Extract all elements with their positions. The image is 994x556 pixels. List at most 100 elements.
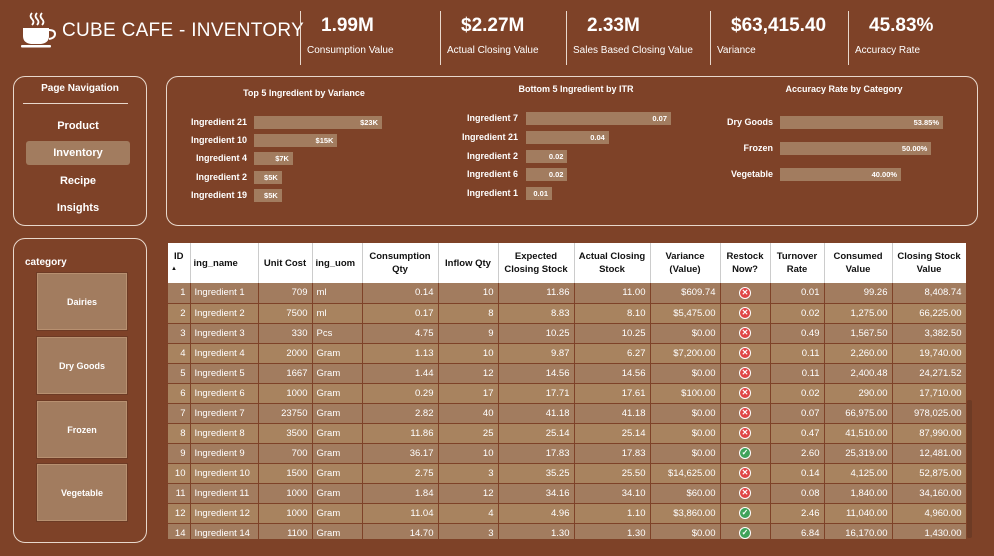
chart-variance-bar[interactable]: $5K <box>254 188 282 202</box>
category-tile-vegetable[interactable]: Vegetable <box>36 463 128 522</box>
column-header[interactable]: Expected Closing Stock <box>498 243 575 283</box>
chart-itr-bar[interactable]: 0.04 <box>526 130 609 144</box>
table-row[interactable]: 8 Ingredient 8 3500 Gram 11.86 25 25.14 25.14 $0… <box>168 423 966 444</box>
chart-accuracy-category-label: Vegetable <box>730 169 773 179</box>
table-cell: Ingredient 12 <box>190 503 259 524</box>
inventory-table[interactable]: ID ▲ ing_name Unit Cost ing_uom Consumption Q… <box>168 243 966 539</box>
nav-inventory-button[interactable]: Inventory <box>26 141 130 165</box>
table-cell: 17.83 <box>498 443 575 464</box>
table-row[interactable]: 3 Ingredient 3 330 Pcs 4.75 9 10.25 10.25 $0.00 ✕… <box>168 323 966 344</box>
table-cell: 709 <box>258 283 313 304</box>
table-row[interactable]: 10 Ingredient 10 1500 Gram 2.75 3 35.25 25.50 $1… <box>168 463 966 484</box>
table-cell: 978,025.00 <box>892 403 966 424</box>
column-header[interactable]: ID ▲ <box>168 243 191 283</box>
table-cell: ✕ <box>720 403 771 424</box>
table-row[interactable]: 2 Ingredient 2 7500 ml 0.17 8 8.83 8.10 $5,475.0… <box>168 303 966 324</box>
table-cell: 16,170.00 <box>824 523 893 539</box>
table-cell: 14 <box>168 523 191 539</box>
table-cell: 10.25 <box>498 323 575 344</box>
table-cell: 0.49 <box>770 323 825 344</box>
table-cell: 3 <box>438 523 499 539</box>
table-cell: $3,860.00 <box>650 503 721 524</box>
table-cell: 2,400.48 <box>824 363 893 384</box>
table-cell: 10 <box>438 283 499 304</box>
chart-itr-bar[interactable]: 0.02 <box>526 149 568 163</box>
nav-recipe-button[interactable]: Recipe <box>26 169 130 193</box>
table-cell: Ingredient 9 <box>190 443 259 464</box>
table-cell: $0.00 <box>650 523 721 539</box>
table-cell: 2.82 <box>362 403 439 424</box>
table-row[interactable]: 9 Ingredient 9 700 Gram 36.17 10 17.83 17.83 $0.… <box>168 443 966 464</box>
chart-variance-category-label: Ingredient 2 <box>195 171 247 182</box>
column-header[interactable]: Unit Cost <box>258 243 313 283</box>
check-circle-icon: ✓ <box>739 447 751 459</box>
column-header[interactable]: Restock Now? <box>720 243 771 283</box>
column-header[interactable]: ing_uom <box>312 243 363 283</box>
column-header[interactable]: Inflow Qty <box>438 243 499 283</box>
chart-itr-bar[interactable]: 0.02 <box>526 168 568 182</box>
chart-title-bottom5-itr: Bottom 5 Ingredient by ITR <box>518 84 634 94</box>
table-cell: 1.84 <box>362 483 439 504</box>
chart-itr-bar[interactable]: 0.07 <box>526 112 671 125</box>
table-cell: 1.44 <box>362 363 439 384</box>
table-cell: 0.17 <box>362 303 439 324</box>
column-header[interactable]: Variance (Value) <box>650 243 721 283</box>
column-header[interactable]: Actual Closing Stock <box>574 243 651 283</box>
x-circle-icon: ✕ <box>739 347 751 359</box>
column-header[interactable]: Turnover Rate <box>770 243 825 283</box>
table-cell: $0.00 <box>650 423 721 444</box>
table-cell: 11.00 <box>574 283 651 304</box>
coffee-cup-icon <box>21 12 57 48</box>
chart-variance-bar[interactable]: $15K <box>254 134 338 148</box>
table-cell: 7500 <box>258 303 313 324</box>
table-cell: $609.74 <box>650 283 721 304</box>
table-cell: 0.11 <box>770 363 825 384</box>
chart-accuracy-bar[interactable]: 50.00% <box>780 142 932 155</box>
chart-variance-bar[interactable]: $23K <box>254 116 382 129</box>
category-tile-dairies[interactable]: Dairies <box>36 272 128 331</box>
table-cell: 8.10 <box>574 303 651 324</box>
table-row[interactable]: 14 Ingredient 14 1100 Gram 14.70 3 1.30 1.30 $0.… <box>168 523 966 539</box>
table-cell: $0.00 <box>650 363 721 384</box>
category-tile-frozen[interactable]: Frozen <box>36 400 128 459</box>
table-cell: 11 <box>168 483 191 504</box>
column-header[interactable]: Closing Stock Value <box>892 243 966 283</box>
chart-itr-bar[interactable]: 0.01 <box>526 187 552 201</box>
table-row[interactable]: 4 Ingredient 4 2000 Gram 1.13 10 9.87 6.27 $7,20… <box>168 343 966 364</box>
category-tile-dry-goods[interactable]: Dry Goods <box>36 336 128 395</box>
chart-variance-value-label: $5K <box>264 172 278 182</box>
table-cell: 4,960.00 <box>892 503 966 524</box>
table-row[interactable]: 12 Ingredient 12 1000 Gram 11.04 4 4.96 1.10 $3,… <box>168 503 966 524</box>
nav-insights-button[interactable]: Insights <box>26 196 130 220</box>
chart-variance-value-label: $7K <box>275 154 289 164</box>
table-cell: Gram <box>312 363 363 384</box>
table-cell: Gram <box>312 463 363 484</box>
chart-accuracy-bar[interactable]: 40.00% <box>780 168 902 181</box>
table-row[interactable]: 6 Ingredient 6 1000 Gram 0.29 17 17.71 17.61 $10… <box>168 383 966 404</box>
x-circle-icon: ✕ <box>739 327 751 339</box>
chart-variance-category-label: Ingredient 21 <box>190 117 247 127</box>
table-row[interactable]: 11 Ingredient 11 1000 Gram 1.84 12 34.16 34.10 $… <box>168 483 966 504</box>
table-cell: 2000 <box>258 343 313 364</box>
chart-accuracy-bar[interactable]: 53.85% <box>780 116 943 129</box>
table-cell: ✕ <box>720 423 771 444</box>
column-header-label: ID <box>174 251 184 262</box>
chart-variance-bar[interactable]: $7K <box>254 152 293 166</box>
table-cell: 3 <box>438 463 499 484</box>
table-cell: Gram <box>312 403 363 424</box>
table-row[interactable]: 7 Ingredient 7 23750 Gram 2.82 40 41.18 41.18 $0… <box>168 403 966 424</box>
nav-product-button[interactable]: Product <box>26 114 130 138</box>
x-circle-icon: ✕ <box>739 286 751 299</box>
column-header[interactable]: Consumed Value <box>824 243 893 283</box>
column-header[interactable]: ing_name <box>190 243 259 283</box>
table-row[interactable]: 1 Ingredient 1 709 ml 0.14 10 11.86 11.00 $609.7… <box>168 283 966 304</box>
table-scrollbar[interactable] <box>967 400 972 538</box>
chart-variance-category-label: Ingredient 19 <box>190 189 247 200</box>
table-cell: 36.17 <box>362 443 439 464</box>
sort-ascending-icon[interactable]: ▲ <box>171 263 187 276</box>
column-header[interactable]: Consumption Qty <box>362 243 439 283</box>
table-row[interactable]: 5 Ingredient 5 1667 Gram 1.44 12 14.56 14.56 $0.… <box>168 363 966 384</box>
table-cell: 66,225.00 <box>892 303 966 324</box>
chart-variance-bar[interactable]: $5K <box>254 170 282 184</box>
table-cell: ✕ <box>720 303 771 324</box>
